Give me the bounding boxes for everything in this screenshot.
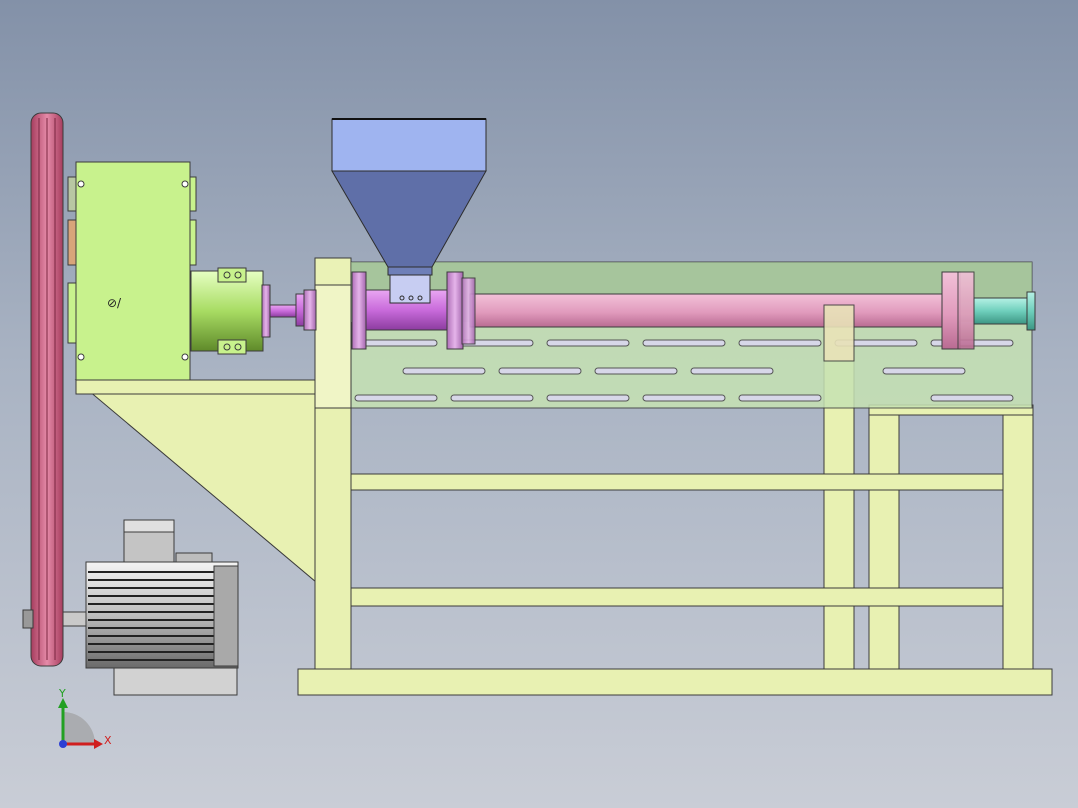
belt-drive[interactable] bbox=[22, 112, 64, 667]
hopper-top-box[interactable] bbox=[331, 118, 487, 172]
gearbox-support-plate[interactable] bbox=[75, 379, 317, 395]
extruder-assembly-drawing[interactable]: ⊘/ Y X bbox=[0, 0, 1078, 808]
y-axis-label: Y bbox=[58, 687, 66, 700]
shaft-coupler-2[interactable] bbox=[303, 289, 317, 331]
feed-flange-right[interactable] bbox=[446, 271, 464, 350]
front-post-cap[interactable] bbox=[314, 257, 352, 289]
gearbox-assembly[interactable]: ⊘/ bbox=[67, 161, 317, 381]
gearbox-bolt bbox=[77, 180, 85, 188]
electric-motor[interactable] bbox=[62, 519, 239, 696]
cad-viewport[interactable]: ⊘/ Y X bbox=[0, 0, 1078, 808]
barrel-flange-rear-2[interactable] bbox=[957, 271, 975, 350]
feed-flange-left[interactable] bbox=[351, 271, 367, 350]
barrel[interactable] bbox=[469, 293, 951, 328]
gearbox-support-bracket[interactable] bbox=[74, 379, 317, 584]
drive-shaft[interactable] bbox=[269, 304, 297, 318]
rear-post-left[interactable] bbox=[868, 407, 900, 670]
motor-terminal-cap[interactable] bbox=[123, 519, 175, 533]
motor-shaft-hub[interactable] bbox=[22, 609, 34, 629]
motor-fan-cover[interactable] bbox=[213, 565, 239, 667]
gearbox-bolt bbox=[77, 353, 85, 361]
gearbox-bolt bbox=[181, 353, 189, 361]
coordinate-triad: Y X bbox=[58, 687, 112, 749]
base-plate[interactable] bbox=[297, 668, 1053, 696]
middle-support-clamp[interactable] bbox=[823, 304, 855, 362]
coupling-plate-bottom[interactable] bbox=[217, 339, 247, 355]
gearbox-bolt bbox=[181, 180, 189, 188]
motor-shaft[interactable] bbox=[62, 611, 88, 627]
upper-rail[interactable] bbox=[350, 473, 1004, 491]
coupling-housing[interactable] bbox=[190, 270, 264, 352]
die-flange[interactable] bbox=[1026, 291, 1036, 331]
coupling-plate[interactable] bbox=[217, 267, 247, 283]
rear-post-right[interactable] bbox=[1002, 407, 1034, 670]
barrel-flange-rear[interactable] bbox=[941, 271, 961, 350]
coupling-collar[interactable] bbox=[261, 284, 271, 338]
gearbox[interactable] bbox=[75, 161, 191, 381]
motor-base[interactable] bbox=[113, 667, 238, 696]
hopper-outlet[interactable] bbox=[389, 274, 431, 304]
lower-rail[interactable] bbox=[350, 587, 1004, 607]
shaft-coupler[interactable] bbox=[295, 293, 305, 327]
x-axis-label: X bbox=[104, 734, 112, 747]
hopper-neck[interactable] bbox=[387, 266, 433, 276]
barrel-flange-front[interactable] bbox=[461, 277, 476, 345]
origin-marker bbox=[59, 740, 67, 748]
hopper-funnel[interactable] bbox=[331, 170, 487, 268]
gearbox-marking: ⊘/ bbox=[107, 296, 122, 310]
die-adapter[interactable] bbox=[973, 297, 1029, 325]
front-bearing-block[interactable] bbox=[314, 284, 352, 409]
